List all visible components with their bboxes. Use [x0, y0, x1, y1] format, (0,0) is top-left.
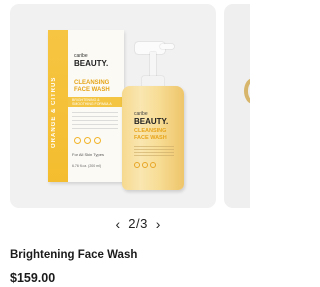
bottle-product-name: CLEANSING FACE WASH — [134, 128, 167, 141]
pump-stem — [150, 52, 156, 78]
bottle-description — [134, 146, 174, 158]
badge-icon — [74, 137, 81, 144]
badge-icon — [150, 162, 156, 168]
badge-icon — [84, 137, 91, 144]
product-image-slide[interactable]: ORANGE & CITRUS caribe BEAUTY. CLEANSING… — [10, 4, 216, 208]
product-title: Brightening Face Wash — [10, 249, 138, 261]
product-box-name: CLEANSING FACE WASH — [74, 80, 110, 93]
product-box-brand: caribe BEAUTY. — [74, 54, 109, 69]
image-counter-total: 3 — [140, 216, 148, 231]
product-page: ORANGE & CITRUS caribe BEAUTY. CLEANSING… — [0, 0, 250, 287]
image-counter-current: 2 — [128, 216, 136, 231]
next-image-slide-peek[interactable] — [224, 4, 250, 208]
bottle-brand-name: BEAUTY. — [134, 117, 169, 126]
product-box-brand-name: BEAUTY. — [74, 59, 109, 68]
product-price: $159.00 — [10, 271, 56, 285]
chevron-right-icon[interactable]: › — [156, 216, 161, 232]
product-box-description — [72, 112, 118, 132]
badge-icon — [134, 162, 140, 168]
bottle-brand: caribe BEAUTY. — [134, 112, 169, 127]
pump-nozzle — [160, 44, 174, 49]
product-image-carousel[interactable]: ORANGE & CITRUS caribe BEAUTY. CLEANSING… — [10, 4, 250, 208]
product-box-side-text: ORANGE & CITRUS — [51, 76, 57, 148]
badge-icon — [94, 137, 101, 144]
product-box-band-text: BRIGHTENING & SMOOTHING FORMULA — [72, 98, 112, 106]
image-counter: 2/3 — [128, 216, 148, 232]
product-box-volume: 6.76 fl.oz. (200 ml) — [72, 164, 101, 168]
product-box-skin-type: For All Skin Types — [72, 152, 104, 157]
badge-icon — [142, 162, 148, 168]
image-pager: ‹ 2/3 › — [0, 216, 250, 234]
chevron-left-icon[interactable]: ‹ — [116, 216, 121, 232]
product-box-icons — [74, 137, 114, 145]
bottle-icons — [134, 162, 156, 168]
